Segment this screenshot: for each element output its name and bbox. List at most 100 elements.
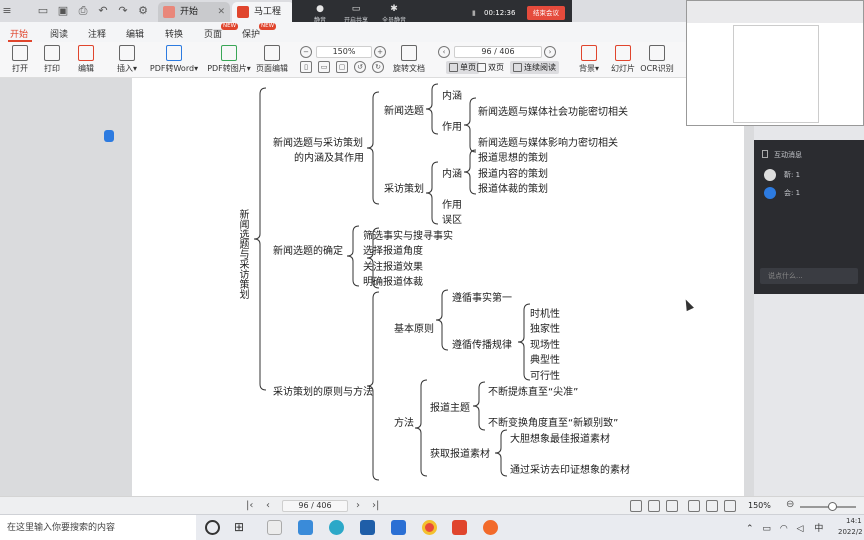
mindmap-node: 基本原则: [394, 324, 434, 335]
continuous-read-button[interactable]: 连续阅读: [510, 61, 559, 74]
double-page-icon: [477, 63, 486, 72]
explorer-icon[interactable]: [298, 520, 313, 535]
taskbar-search-input[interactable]: 在这里输入你要搜索的内容: [0, 515, 196, 540]
undo-icon[interactable]: ↶: [96, 4, 110, 18]
pdf-to-image-button[interactable]: PDF转图片▾: [204, 45, 254, 74]
zoom-out-icon[interactable]: ⊖: [786, 499, 794, 510]
print-icon[interactable]: ⎙: [76, 4, 90, 18]
zoom-level[interactable]: 150%: [748, 501, 771, 510]
slideshow-button[interactable]: 幻灯片: [610, 45, 636, 74]
tab-read[interactable]: 阅读: [50, 27, 68, 40]
page-number-field[interactable]: 96 / 406: [282, 500, 348, 512]
mindmap-node: 的内涵及其作用: [294, 153, 364, 164]
end-meeting-button[interactable]: 结束会议: [527, 6, 565, 20]
preview-window[interactable]: [686, 0, 864, 126]
rotate-doc-button[interactable]: 旋转文档: [392, 45, 426, 74]
edge-icon[interactable]: [329, 520, 344, 535]
next-page-icon[interactable]: ›: [356, 500, 360, 512]
actual-size-icon[interactable]: ▢: [336, 61, 348, 73]
page-number-field[interactable]: 96 / 406: [454, 46, 542, 58]
next-page-icon[interactable]: ›: [544, 46, 556, 58]
chevron-down-icon: ▾: [194, 64, 199, 73]
send-button[interactable]: [104, 130, 114, 142]
zoom-in-icon[interactable]: +: [374, 46, 386, 58]
previous-page-icon[interactable]: ‹: [438, 46, 450, 58]
mindmap-node: 报道主题: [430, 403, 470, 414]
double-page-button[interactable]: 双页: [474, 61, 507, 74]
tab-home[interactable]: 开始 ✕: [158, 2, 230, 22]
folder-icon[interactable]: ▭: [36, 4, 50, 18]
zoom-slider[interactable]: [800, 502, 856, 511]
zoom-slider-handle[interactable]: [828, 502, 837, 511]
save-icon[interactable]: ▣: [56, 4, 70, 18]
record-icon[interactable]: [483, 520, 498, 535]
background-button[interactable]: 背景▾: [578, 45, 600, 74]
mindmap-node: 关注报道效果: [363, 262, 423, 273]
print-button[interactable]: 打印: [40, 45, 64, 74]
continuous-read-icon[interactable]: [724, 500, 736, 512]
tab-protect[interactable]: 保护: [242, 27, 260, 40]
chat-message: 会: 1: [762, 186, 862, 200]
first-page-icon[interactable]: |‹: [246, 500, 253, 512]
fit-width-icon[interactable]: ▭: [318, 61, 330, 73]
mindmap-node: 新闻选题与采访策划: [273, 138, 363, 149]
close-icon[interactable]: ✕: [217, 2, 225, 22]
actual-size-icon[interactable]: [666, 500, 678, 512]
zoom-bar: 150% ⊖: [748, 496, 864, 514]
mute-button[interactable]: ● 静音: [300, 3, 340, 24]
mindmap-node: 采访策划的原则与方法: [273, 387, 373, 398]
tab-edit[interactable]: 编辑: [126, 27, 144, 40]
tab-start[interactable]: 开始: [10, 27, 28, 40]
preview-page: [733, 25, 819, 123]
fit-page-icon[interactable]: [630, 500, 642, 512]
mute-all-button[interactable]: ✱ 全员静音: [374, 3, 414, 24]
ocr-button[interactable]: OCR识别: [640, 45, 674, 74]
page-edit-button[interactable]: 页面编辑: [256, 45, 288, 74]
clock-date[interactable]: 2022/2: [838, 528, 863, 536]
fit-width-icon[interactable]: [648, 500, 660, 512]
brace: [366, 91, 380, 205]
redo-icon[interactable]: ↷: [116, 4, 130, 18]
fit-page-icon[interactable]: ▯: [300, 61, 312, 73]
microphone-icon: ●: [316, 4, 324, 14]
open-button[interactable]: 打开: [8, 45, 32, 74]
tab-page[interactable]: 页面: [204, 27, 222, 40]
insert-button[interactable]: 插入▾: [114, 45, 140, 74]
wifi-icon[interactable]: ◠: [780, 524, 788, 534]
chevron-up-icon[interactable]: ⌃: [746, 524, 754, 534]
cortana-icon[interactable]: [205, 520, 220, 535]
app-icon[interactable]: [267, 520, 282, 535]
single-page-icon[interactable]: [688, 500, 700, 512]
clock-time[interactable]: 14:1: [846, 517, 862, 525]
edit-button[interactable]: 编辑: [74, 45, 98, 74]
settings-icon[interactable]: ⚙: [136, 4, 150, 18]
chevron-down-icon: ▾: [594, 64, 599, 73]
tencent-meeting-icon[interactable]: [391, 520, 406, 535]
rotate-left-icon[interactable]: ↺: [354, 61, 366, 73]
pdf-to-word-button[interactable]: PDF转Word▾: [148, 45, 200, 74]
tab-convert[interactable]: 转换: [165, 27, 183, 40]
share-button[interactable]: ▭ 开启共享: [336, 3, 376, 24]
double-page-icon[interactable]: [706, 500, 718, 512]
mindmap-node: 可行性: [530, 371, 560, 382]
tab-document[interactable]: 马工程《新: [232, 2, 294, 37]
zoom-out-icon[interactable]: −: [300, 46, 312, 58]
tab-annotate[interactable]: 注释: [88, 27, 106, 40]
mindmap-node: 不断变换角度直至“新颖别致”: [488, 418, 619, 429]
task-view-icon[interactable]: ⊞: [234, 520, 249, 535]
last-page-icon[interactable]: ›|: [372, 500, 379, 512]
volume-icon[interactable]: ◁: [797, 524, 804, 534]
pdf-page: 新闻选题与采访策划 新闻选题与采访策划 的内涵及其作用 新闻选题 内涵 作用 新…: [132, 78, 744, 496]
chrome-icon[interactable]: [422, 520, 437, 535]
ime-indicator[interactable]: 中: [814, 524, 823, 534]
previous-page-icon[interactable]: ‹: [266, 500, 270, 512]
app-menu-icon[interactable]: ≡: [0, 4, 14, 18]
mail-icon[interactable]: [360, 520, 375, 535]
rotate-right-icon[interactable]: ↻: [372, 61, 384, 73]
pdf-reader-icon[interactable]: [452, 520, 467, 535]
mindmap-node: 方法: [394, 418, 414, 429]
chat-input[interactable]: 说点什么...: [760, 268, 858, 284]
mindmap-node: 内涵: [442, 169, 462, 180]
zoom-field[interactable]: 150%: [316, 46, 372, 58]
network-icon[interactable]: ▭: [762, 524, 771, 534]
